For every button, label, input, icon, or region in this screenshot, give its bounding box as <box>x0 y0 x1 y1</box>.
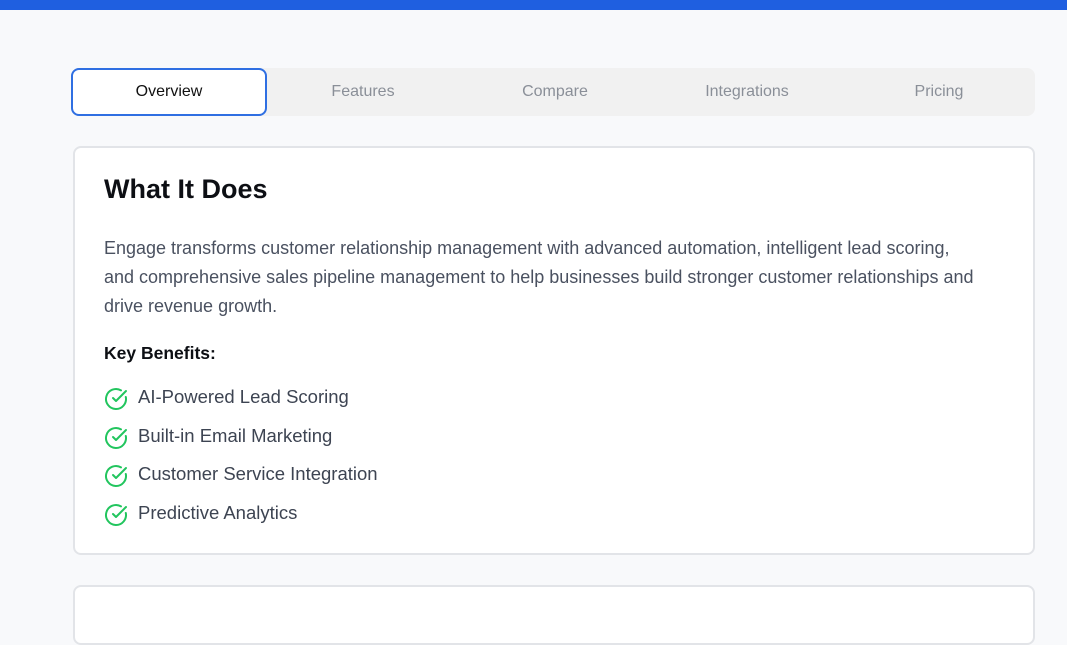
tab-overview[interactable]: Overview <box>71 68 267 116</box>
section-description: Engage transforms customer relationship … <box>104 238 974 316</box>
check-circle-icon <box>105 388 127 411</box>
benefit-label: Predictive Analytics <box>138 501 298 523</box>
tab-integrations[interactable]: Integrations <box>651 68 843 116</box>
section-title: What It Does <box>104 174 268 204</box>
benefit-label: Customer Service Integration <box>138 463 378 485</box>
benefit-item: AI-Powered Lead Scoring <box>104 378 378 417</box>
benefit-label: AI-Powered Lead Scoring <box>138 386 349 408</box>
tab-pricing[interactable]: Pricing <box>843 68 1035 116</box>
check-circle-icon <box>105 503 127 526</box>
overview-card: What It Does Engage transforms customer … <box>73 146 1035 555</box>
check-circle-icon <box>105 426 127 449</box>
benefit-item: Customer Service Integration <box>104 455 378 494</box>
benefits-heading: Key Benefits: <box>104 343 216 363</box>
benefit-item: Predictive Analytics <box>104 494 378 533</box>
top-accent-bar <box>0 0 1067 10</box>
check-circle-icon <box>105 465 127 488</box>
benefit-item: Built-in Email Marketing <box>104 417 378 456</box>
tab-bar: Overview Features Compare Integrations P… <box>71 68 1035 116</box>
tab-features[interactable]: Features <box>267 68 459 116</box>
tab-compare[interactable]: Compare <box>459 68 651 116</box>
benefits-list: AI-Powered Lead Scoring Built-in Email M… <box>104 378 378 532</box>
next-card <box>73 585 1035 645</box>
benefit-label: Built-in Email Marketing <box>138 424 333 446</box>
